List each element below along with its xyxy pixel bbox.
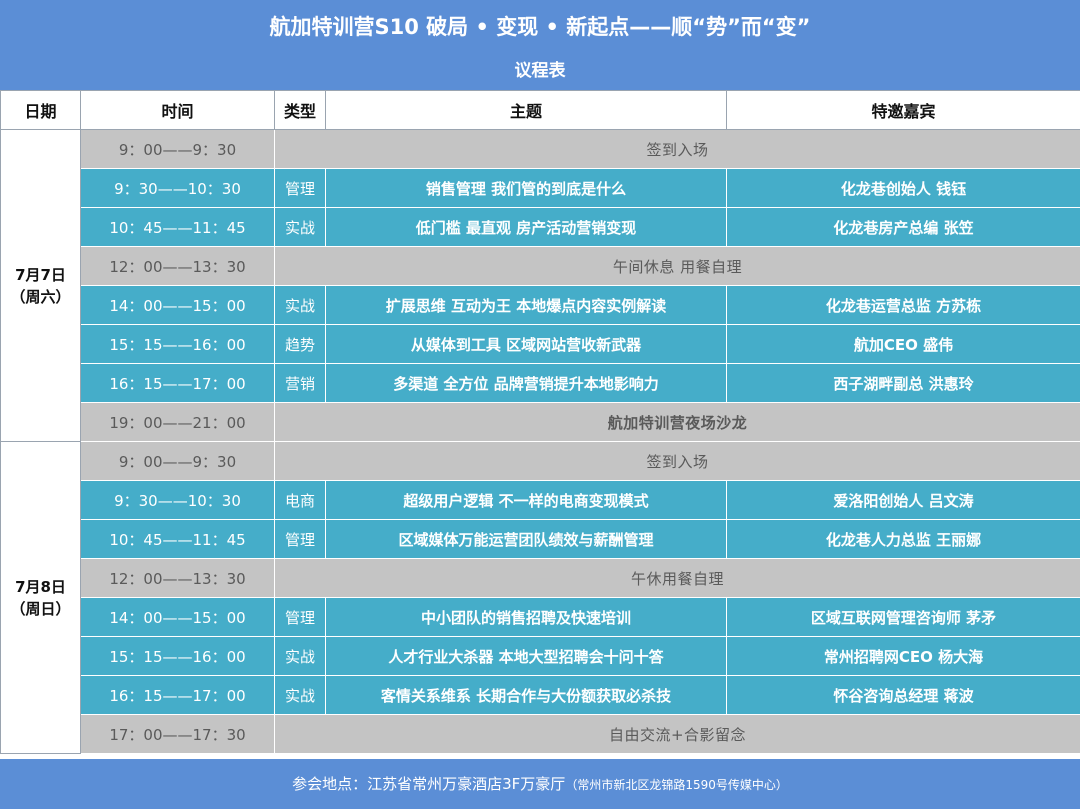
time-cell: 15：15——16：00 xyxy=(81,325,275,364)
column-header-time: 时间 xyxy=(81,91,275,130)
guest-cell: 化龙巷运营总监 方苏栋 xyxy=(727,286,1080,325)
day-weekday: （周六） xyxy=(1,286,80,308)
session-row: 9：30——10：30电商超级用户逻辑 不一样的电商变现模式爱洛阳创始人 吕文涛 xyxy=(1,481,1080,520)
column-header-guest: 特邀嘉宾 xyxy=(727,91,1080,130)
break-label: 自由交流+合影留念 xyxy=(275,715,1080,754)
day-date: 7月8日 xyxy=(1,576,80,598)
agenda-body: 7月7日（周六）9：00——9：30签到入场9：30——10：30管理销售管理 … xyxy=(1,130,1080,754)
type-cell: 实战 xyxy=(275,637,326,676)
session-row: 9：30——10：30管理销售管理 我们管的到底是什么化龙巷创始人 钱钰 xyxy=(1,169,1080,208)
topic-cell: 中小团队的销售招聘及快速培训 xyxy=(326,598,727,637)
time-cell: 9：00——9：30 xyxy=(81,442,275,481)
time-cell: 14：00——15：00 xyxy=(81,598,275,637)
break-label: 签到入场 xyxy=(275,130,1080,169)
guest-cell: 化龙巷人力总监 王丽娜 xyxy=(727,520,1080,559)
venue-footer: 参会地点：江苏省常州万豪酒店3F万豪厅（常州市新北区龙锦路1590号传媒中心） xyxy=(0,759,1080,809)
time-cell: 16：15——17：00 xyxy=(81,364,275,403)
time-cell: 10：45——11：45 xyxy=(81,520,275,559)
break-label: 午休用餐自理 xyxy=(275,559,1080,598)
break-row: 12：00——13：30午休用餐自理 xyxy=(1,559,1080,598)
topic-cell: 销售管理 我们管的到底是什么 xyxy=(326,169,727,208)
break-row: 19：00——21：00航加特训营夜场沙龙 xyxy=(1,403,1080,442)
topic-cell: 超级用户逻辑 不一样的电商变现模式 xyxy=(326,481,727,520)
venue-text: 参会地点：江苏省常州万豪酒店3F万豪厅 xyxy=(292,775,565,793)
session-row: 16：15——17：00营销多渠道 全方位 品牌营销提升本地影响力西子湖畔副总 … xyxy=(1,364,1080,403)
type-cell: 管理 xyxy=(275,598,326,637)
break-label: 航加特训营夜场沙龙 xyxy=(275,403,1080,442)
guest-cell: 航加CEO 盛伟 xyxy=(727,325,1080,364)
topic-cell: 多渠道 全方位 品牌营销提升本地影响力 xyxy=(326,364,727,403)
type-cell: 管理 xyxy=(275,169,326,208)
time-cell: 15：15——16：00 xyxy=(81,637,275,676)
page-title: 航加特训营S10 破局 • 变现 • 新起点——顺“势”而“变” xyxy=(0,10,1080,44)
agenda-table: 日期 时间 类型 主题 特邀嘉宾 7月7日（周六）9：00——9：30签到入场9… xyxy=(0,90,1080,754)
session-row: 16：15——17：00实战客情关系维系 长期合作与大份额获取必杀技怀谷咨询总经… xyxy=(1,676,1080,715)
page-subtitle: 议程表 xyxy=(0,57,1080,85)
topic-cell: 人才行业大杀器 本地大型招聘会十问十答 xyxy=(326,637,727,676)
topic-cell: 区域媒体万能运营团队绩效与薪酬管理 xyxy=(326,520,727,559)
column-header-date: 日期 xyxy=(1,91,81,130)
topic-cell: 低门槛 最直观 房产活动营销变现 xyxy=(326,208,727,247)
guest-cell: 怀谷咨询总经理 蒋波 xyxy=(727,676,1080,715)
session-row: 15：15——16：00趋势从媒体到工具 区域网站营收新武器航加CEO 盛伟 xyxy=(1,325,1080,364)
break-label: 签到入场 xyxy=(275,442,1080,481)
topic-cell: 客情关系维系 长期合作与大份额获取必杀技 xyxy=(326,676,727,715)
topic-cell: 扩展思维 互动为王 本地爆点内容实例解读 xyxy=(326,286,727,325)
break-row: 7月7日（周六）9：00——9：30签到入场 xyxy=(1,130,1080,169)
guest-cell: 爱洛阳创始人 吕文涛 xyxy=(727,481,1080,520)
type-cell: 实战 xyxy=(275,208,326,247)
type-cell: 实战 xyxy=(275,286,326,325)
session-row: 15：15——16：00实战人才行业大杀器 本地大型招聘会十问十答常州招聘网CE… xyxy=(1,637,1080,676)
time-cell: 12：00——13：30 xyxy=(81,559,275,598)
guest-cell: 化龙巷创始人 钱钰 xyxy=(727,169,1080,208)
day-date-cell: 7月8日（周日） xyxy=(1,442,81,754)
time-cell: 9：30——10：30 xyxy=(81,481,275,520)
time-cell: 12：00——13：30 xyxy=(81,247,275,286)
venue-address: （常州市新北区龙锦路1590号传媒中心） xyxy=(565,778,788,792)
type-cell: 实战 xyxy=(275,676,326,715)
type-cell: 管理 xyxy=(275,520,326,559)
time-cell: 9：30——10：30 xyxy=(81,169,275,208)
guest-cell: 常州招聘网CEO 杨大海 xyxy=(727,637,1080,676)
time-cell: 17：00——17：30 xyxy=(81,715,275,754)
agenda-page: 航加特训营S10 破局 • 变现 • 新起点——顺“势”而“变” 议程表 日期 … xyxy=(0,0,1080,809)
type-cell: 营销 xyxy=(275,364,326,403)
session-row: 14：00——15：00管理中小团队的销售招聘及快速培训区域互联网管理咨询师 茅… xyxy=(1,598,1080,637)
session-row: 10：45——11：45实战低门槛 最直观 房产活动营销变现化龙巷房产总编 张笠 xyxy=(1,208,1080,247)
break-row: 12：00——13：30午间休息 用餐自理 xyxy=(1,247,1080,286)
time-cell: 9：00——9：30 xyxy=(81,130,275,169)
guest-cell: 区域互联网管理咨询师 茅矛 xyxy=(727,598,1080,637)
time-cell: 10：45——11：45 xyxy=(81,208,275,247)
day-date-cell: 7月7日（周六） xyxy=(1,130,81,442)
type-cell: 趋势 xyxy=(275,325,326,364)
time-cell: 14：00——15：00 xyxy=(81,286,275,325)
time-cell: 16：15——17：00 xyxy=(81,676,275,715)
guest-cell: 西子湖畔副总 洪惠玲 xyxy=(727,364,1080,403)
guest-cell: 化龙巷房产总编 张笠 xyxy=(727,208,1080,247)
type-cell: 电商 xyxy=(275,481,326,520)
table-header-row: 日期 时间 类型 主题 特邀嘉宾 xyxy=(1,91,1080,130)
column-header-type: 类型 xyxy=(275,91,326,130)
day-weekday: （周日） xyxy=(1,598,80,620)
break-label: 午间休息 用餐自理 xyxy=(275,247,1080,286)
day-date: 7月7日 xyxy=(1,264,80,286)
topic-cell: 从媒体到工具 区域网站营收新武器 xyxy=(326,325,727,364)
break-row: 7月8日（周日）9：00——9：30签到入场 xyxy=(1,442,1080,481)
time-cell: 19：00——21：00 xyxy=(81,403,275,442)
session-row: 10：45——11：45管理区域媒体万能运营团队绩效与薪酬管理化龙巷人力总监 王… xyxy=(1,520,1080,559)
header-banner: 航加特训营S10 破局 • 变现 • 新起点——顺“势”而“变” 议程表 xyxy=(0,0,1080,90)
break-row: 17：00——17：30自由交流+合影留念 xyxy=(1,715,1080,754)
column-header-topic: 主题 xyxy=(326,91,727,130)
session-row: 14：00——15：00实战扩展思维 互动为王 本地爆点内容实例解读化龙巷运营总… xyxy=(1,286,1080,325)
